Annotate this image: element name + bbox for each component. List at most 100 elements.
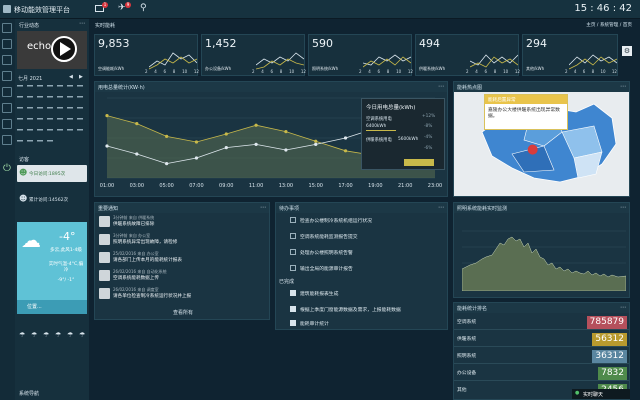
done-checkbox[interactable] bbox=[290, 306, 296, 312]
avatar bbox=[99, 234, 110, 245]
x-tick-label: 19:00 bbox=[368, 183, 382, 189]
task-checkbox[interactable] bbox=[290, 249, 296, 255]
ranking-row[interactable]: 空调系统 785879 bbox=[454, 314, 629, 330]
nav-home-icon[interactable] bbox=[2, 23, 12, 33]
industry-menu-icon[interactable]: ⋯ bbox=[79, 20, 85, 27]
weather-range: -9°/ -1° bbox=[57, 278, 75, 283]
notice-item[interactable]: 3分钟前 来自 办公室 照明系统异常出现故障，请检修 bbox=[97, 232, 267, 248]
notice-item[interactable]: 26/02/2016 来自 调度室 请各单位检查制冷系统运行状况并上报 bbox=[97, 286, 267, 302]
logo-icon[interactable] bbox=[3, 5, 11, 13]
breadcrumb-level2[interactable]: 系统管理 bbox=[600, 23, 618, 28]
section-title: 实时能耗 bbox=[95, 23, 116, 29]
data-point[interactable] bbox=[314, 142, 318, 146]
power-icon[interactable]: ⏻ bbox=[3, 163, 11, 174]
data-point[interactable] bbox=[343, 136, 348, 140]
rain-icon: ☂ bbox=[43, 331, 50, 339]
data-point[interactable] bbox=[135, 152, 139, 156]
ranking-row[interactable]: 照明系统 36312 bbox=[454, 348, 629, 364]
notice-panel: 重要通知 ⋯ 3分钟前 来自 供暖系统 供暖系统故障已排除 3分钟前 来自 办公室… bbox=[94, 202, 270, 320]
done-checkbox[interactable] bbox=[290, 320, 296, 326]
task-checkbox[interactable] bbox=[290, 233, 296, 239]
map-menu-icon[interactable]: ⋯ bbox=[620, 83, 626, 90]
stat-axis: 2 4 6 8 10 12 bbox=[466, 69, 520, 74]
clock: 15 : 46 : 42 bbox=[574, 3, 632, 14]
tooltip-pager-icon[interactable] bbox=[404, 159, 434, 166]
stat-tick: 6 bbox=[484, 69, 488, 74]
stat-card: 294 其他/kWh 2 4 6 8 10 12 bbox=[522, 34, 618, 76]
data-point[interactable] bbox=[194, 140, 199, 144]
rain-icon: ☂ bbox=[55, 331, 62, 339]
stat-axis: 2 4 6 8 10 12 bbox=[565, 69, 617, 74]
task-menu-icon[interactable]: ⋯ bbox=[438, 204, 444, 211]
stat-card: 9,853 空调能耗/kWh 2 4 6 8 10 12 bbox=[94, 34, 199, 76]
ranking-name: 照明系统 bbox=[457, 354, 477, 359]
stat-value: 9,853 bbox=[98, 37, 130, 50]
data-point[interactable] bbox=[194, 156, 199, 160]
weather-card: ☁ -4° 多云,此风1-4级 实时气温-4°C,偏冷 -9°/ -1° 位置.… bbox=[17, 222, 87, 314]
avatar bbox=[99, 252, 110, 263]
data-point[interactable] bbox=[314, 139, 318, 143]
task-checkbox[interactable] bbox=[290, 217, 296, 223]
nav-table-icon[interactable] bbox=[2, 103, 12, 113]
today-visits-box: ☻ 今日访问:1895次 bbox=[17, 165, 87, 182]
notice-menu-icon[interactable]: ⋯ bbox=[260, 204, 266, 211]
nav-doc-icon[interactable] bbox=[2, 71, 12, 81]
data-point[interactable] bbox=[105, 144, 109, 148]
tooltip-bar bbox=[366, 130, 396, 131]
task-item: 空调系统能耗监测报告提交 bbox=[300, 235, 358, 240]
nav-folder-icon[interactable] bbox=[2, 119, 12, 129]
data-point[interactable] bbox=[105, 114, 109, 118]
data-point[interactable] bbox=[165, 162, 169, 166]
stat-tick: 8 bbox=[591, 69, 595, 74]
data-point[interactable] bbox=[224, 146, 228, 150]
notice-item[interactable]: 3分钟前 来自 供暖系统 供暖系统故障已排除 bbox=[97, 214, 267, 230]
video-thumbnail[interactable]: echo bbox=[17, 31, 87, 69]
nav-chart-icon[interactable] bbox=[2, 55, 12, 65]
realtime-menu-icon[interactable]: ⋯ bbox=[620, 204, 626, 211]
energy-chart-menu-icon[interactable]: ⋯ bbox=[438, 83, 444, 90]
data-point[interactable] bbox=[165, 134, 169, 138]
stat-tick: 6 bbox=[163, 69, 167, 74]
x-tick-label: 17:00 bbox=[338, 183, 352, 189]
ranking-menu-icon[interactable]: ⋯ bbox=[620, 304, 626, 311]
stat-tick: 4 bbox=[368, 69, 371, 74]
tooltip-delta: -6% bbox=[424, 146, 433, 151]
tooltip-item-value: 6400kWh bbox=[366, 124, 387, 129]
ranking-title: 能耗统计排名 bbox=[454, 303, 629, 313]
stat-tick: 8 bbox=[172, 69, 176, 74]
data-point[interactable] bbox=[284, 130, 288, 134]
ranking-name: 供暖系统 bbox=[457, 337, 477, 342]
stat-axis: 2 4 6 8 10 12 bbox=[145, 69, 199, 74]
realtime-area-chart[interactable] bbox=[462, 219, 626, 291]
nav-grid-icon[interactable] bbox=[2, 39, 12, 49]
data-point[interactable] bbox=[254, 123, 258, 127]
notice-more-link[interactable]: 查看所有 bbox=[95, 309, 271, 316]
nav-footer[interactable]: 系统导航 bbox=[19, 390, 39, 397]
stat-tick: 10 bbox=[289, 69, 295, 74]
calendar-prev-icon[interactable]: ◀ bbox=[69, 74, 73, 80]
video-label: echo bbox=[27, 41, 52, 52]
live-chat-button[interactable]: ● 实时聊天 bbox=[572, 389, 630, 399]
data-point[interactable] bbox=[254, 142, 258, 146]
breadcrumb-home[interactable]: 主页 bbox=[586, 23, 595, 28]
stat-tick: 4 bbox=[154, 69, 157, 74]
notice-item[interactable]: 26/02/2016 来自 自动化系统 空调系统能耗数据上传 bbox=[97, 268, 267, 284]
nav-calendar-icon[interactable] bbox=[2, 135, 12, 145]
ranking-row[interactable]: 供暖系统 56312 bbox=[454, 331, 629, 347]
nav-bus-icon[interactable] bbox=[2, 87, 12, 97]
calendar-grid[interactable] bbox=[17, 85, 87, 160]
ranking-row[interactable]: 办公设备 7832 bbox=[454, 365, 629, 381]
settings-icon[interactable]: ⚙ bbox=[622, 46, 632, 56]
search-icon[interactable]: ⚲ bbox=[140, 3, 147, 13]
weather-location[interactable]: 位置... bbox=[27, 303, 42, 310]
data-point[interactable] bbox=[224, 132, 228, 136]
task-checkbox[interactable] bbox=[290, 265, 296, 271]
data-point[interactable] bbox=[343, 149, 348, 153]
data-point[interactable] bbox=[284, 148, 288, 152]
calendar-next-icon[interactable]: ▶ bbox=[79, 74, 83, 80]
map-pin-icon[interactable]: ● bbox=[527, 142, 538, 157]
data-point[interactable] bbox=[135, 122, 139, 126]
done-checkbox[interactable] bbox=[290, 290, 296, 296]
notice-item[interactable]: 25/02/2016 来自 办公室 请各部门上传本月的能耗统计报表 bbox=[97, 250, 267, 266]
stat-tick: 12 bbox=[300, 69, 306, 74]
